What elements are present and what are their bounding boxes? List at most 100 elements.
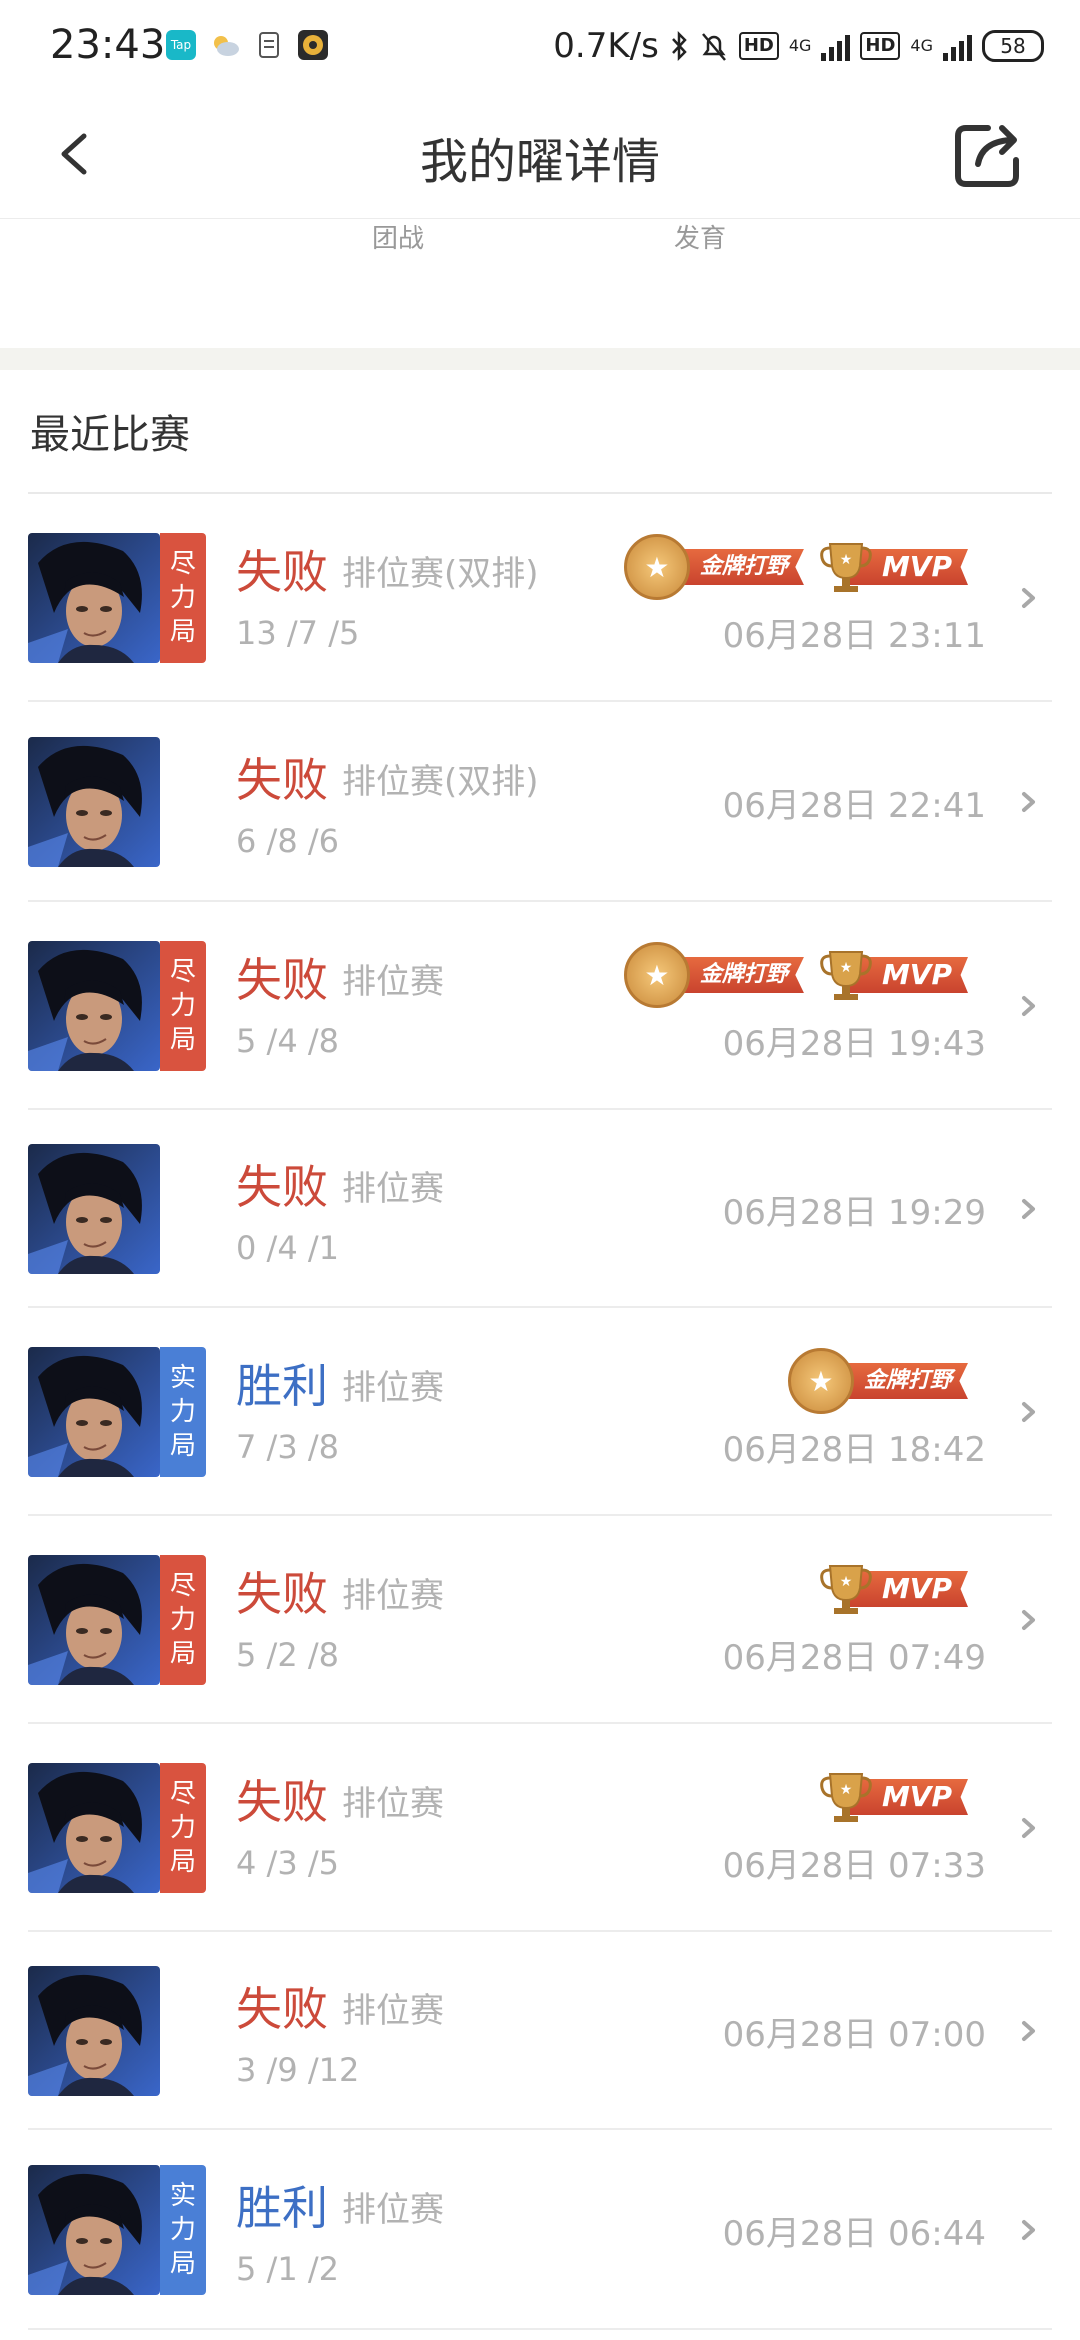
hero-portrait <box>28 737 160 867</box>
match-row[interactable]: 失败 排位赛(双排) 6 /8 /6 06月28日 22:41 <box>0 702 1080 902</box>
match-badges: ★ 金牌打野 ★ MVP <box>623 942 968 1008</box>
hero-portrait-image <box>28 1763 160 1893</box>
match-tag-char: 实 <box>169 1363 196 1393</box>
match-time: 06月28日 07:00 <box>722 2015 986 2055</box>
recent-matches-title: 最近比赛 <box>30 412 190 458</box>
match-row[interactable]: 尽力局失败 排位赛 4 /3 /5 06月28日 07:33 ★ MVP <box>0 1724 1080 1932</box>
stats-row: 团战 发育 <box>0 218 1080 348</box>
svg-text:★: ★ <box>840 1782 853 1798</box>
match-time: 06月28日 06:44 <box>722 2214 986 2254</box>
hero-portrait-image <box>28 1144 160 1274</box>
match-mode: 排位赛 <box>342 2190 444 2230</box>
match-tag-char: 力 <box>169 1813 196 1843</box>
match-row[interactable]: 实力局胜利 排位赛 7 /3 /8 06月28日 18:42 ★ 金牌打野 <box>0 1308 1080 1516</box>
hero-portrait <box>28 2165 160 2295</box>
match-tag-char: 尽 <box>169 549 196 579</box>
medal-icon: ★ <box>623 942 690 1008</box>
match-tag: 尽力局 <box>160 1555 206 1685</box>
network-speed: 0.7K/s <box>553 26 659 66</box>
hero-avatar <box>28 1966 206 2096</box>
chevron-right-icon <box>1022 1818 1035 1838</box>
match-tag-char: 尽 <box>169 1571 196 1601</box>
match-time: 06月28日 18:42 <box>722 1430 986 1470</box>
match-tag: 尽力局 <box>160 1763 206 1893</box>
chevron-right-icon <box>1022 1199 1035 1219</box>
match-row[interactable]: 尽力局失败 排位赛 5 /4 /8 06月28日 19:43 ★ 金牌打野 ★ MVP <box>0 902 1080 1110</box>
battery-icon: 58 <box>982 30 1044 62</box>
hero-portrait <box>28 1347 160 1477</box>
signal-icon <box>943 31 972 61</box>
section-divider <box>0 348 1080 370</box>
hero-avatar: 尽力局 <box>28 533 206 663</box>
match-row[interactable]: 实力局胜利 排位赛 5 /1 /2 06月28日 06:44 <box>0 2130 1080 2330</box>
match-mode: 排位赛(双排) <box>342 762 539 802</box>
match-tag-char: 局 <box>169 2249 196 2279</box>
match-badges: ★ MVP <box>818 1556 968 1622</box>
signal-icon <box>821 31 851 61</box>
match-result: 失败 <box>236 1160 328 1214</box>
match-result: 失败 <box>236 545 328 599</box>
hero-portrait-image <box>28 941 160 1071</box>
hero-portrait <box>28 1763 160 1893</box>
mvp-badge: ★ MVP <box>818 942 968 1008</box>
match-mode: 排位赛 <box>342 1991 444 2031</box>
match-result: 失败 <box>236 1567 328 1621</box>
hero-avatar <box>28 737 206 867</box>
status-left-icons: Tap <box>166 30 328 60</box>
match-kda: 3 /9 /12 <box>236 2051 360 2089</box>
hero-portrait <box>28 533 160 663</box>
trophy-icon: ★ <box>820 543 872 592</box>
status-time: 23:43 <box>50 22 166 68</box>
match-list: 尽力局失败 排位赛(双排) 13 /7 /5 06月28日 23:11 ★ 金牌打野 ★ MV… <box>0 494 1080 2330</box>
match-mode: 排位赛 <box>342 1169 444 1209</box>
medal-icon: ★ <box>787 1348 854 1414</box>
mvp-badge: ★ MVP <box>818 1764 968 1830</box>
share-button[interactable] <box>952 116 1028 192</box>
match-badges: ★ 金牌打野 <box>787 1348 968 1414</box>
match-tag-char: 力 <box>169 2215 196 2245</box>
gold-jungle-badge: ★ 金牌打野 <box>787 1348 968 1414</box>
medal-icon: ★ <box>623 534 690 600</box>
match-row[interactable]: 失败 排位赛 3 /9 /12 06月28日 07:00 <box>0 1932 1080 2130</box>
match-result: 失败 <box>236 1775 328 1829</box>
match-tag-char: 力 <box>169 583 196 613</box>
match-tag-char: 尽 <box>169 957 196 987</box>
match-tag-char: 局 <box>169 1025 196 1055</box>
match-tag-char: 力 <box>169 1397 196 1427</box>
hero-avatar: 尽力局 <box>28 1555 206 1685</box>
mvp-badge: ★ MVP <box>818 534 968 600</box>
hero-avatar: 尽力局 <box>28 1763 206 1893</box>
match-row[interactable]: 尽力局失败 排位赛 5 /2 /8 06月28日 07:49 ★ MVP <box>0 1516 1080 1724</box>
trophy-icon: ★ <box>820 1773 872 1822</box>
match-badges: ★ MVP <box>818 1764 968 1830</box>
match-mode: 排位赛 <box>342 1368 444 1408</box>
status-right: 0.7K/s HD 4G HD 4G 58 <box>553 26 1044 66</box>
svg-text:★: ★ <box>840 1574 853 1590</box>
match-result: 胜利 <box>236 2181 328 2235</box>
network-type: 4G <box>910 36 933 55</box>
row-divider <box>28 2328 1052 2330</box>
svg-text:★: ★ <box>840 960 853 976</box>
match-row[interactable]: 尽力局失败 排位赛(双排) 13 /7 /5 06月28日 23:11 ★ 金牌打野 ★ MV… <box>0 494 1080 702</box>
mvp-badge: ★ MVP <box>818 1556 968 1622</box>
gold-jungle-badge: ★ 金牌打野 <box>623 942 804 1008</box>
hero-portrait-image <box>28 2165 160 2295</box>
hero-portrait-image <box>28 533 160 663</box>
hero-avatar: 尽力局 <box>28 941 206 1071</box>
match-result: 胜利 <box>236 1359 328 1413</box>
match-result: 失败 <box>236 953 328 1007</box>
match-kda: 5 /1 /2 <box>236 2250 339 2288</box>
chevron-right-icon <box>1022 1402 1035 1422</box>
match-tag: 尽力局 <box>160 941 206 1071</box>
hero-portrait-image <box>28 1966 160 2096</box>
match-tag: 实力局 <box>160 1347 206 1477</box>
hero-avatar <box>28 1144 206 1274</box>
network-type: 4G <box>788 36 812 55</box>
match-mode: 排位赛(双排) <box>342 554 539 594</box>
hero-avatar: 实力局 <box>28 1347 206 1477</box>
chevron-right-icon <box>1022 2220 1035 2240</box>
match-row[interactable]: 失败 排位赛 0 /4 /1 06月28日 19:29 <box>0 1110 1080 1308</box>
match-tag-char: 局 <box>169 1847 196 1877</box>
match-tag: 实力局 <box>160 2165 206 2295</box>
hero-portrait <box>28 1966 160 2096</box>
